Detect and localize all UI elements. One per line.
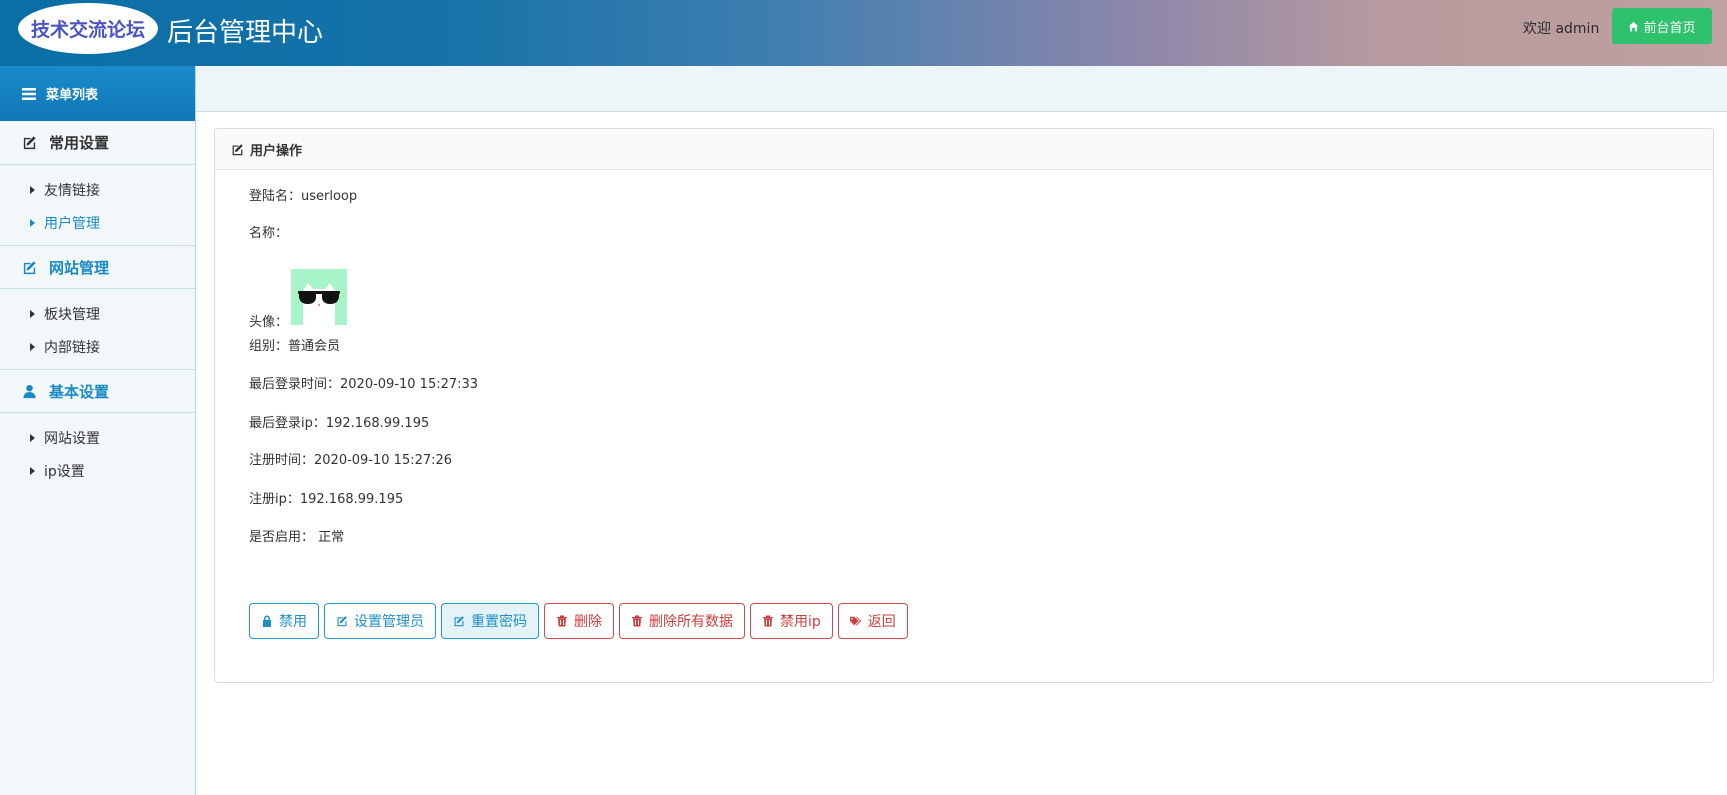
home-button-label: 前台首页 — [1643, 20, 1696, 36]
disable-button[interactable]: 禁用 — [249, 603, 319, 639]
caret-right-icon — [30, 185, 35, 194]
app-title: 后台管理中心 — [167, 18, 324, 48]
register-time-field: 注册时间：2020-09-10 15:27:26 — [249, 453, 453, 468]
list-icon — [22, 87, 36, 100]
action-buttons: 禁用 设置管理员 重置密码 删除 删除所有数据 禁用ip 返回 — [249, 603, 908, 639]
back-button-label: 返回 — [867, 614, 896, 630]
avatar — [291, 269, 347, 325]
register-ip-field: 注册ip：192.168.99.195 — [249, 492, 404, 507]
sidebar-item-label: 用户管理 — [44, 215, 100, 232]
sunglasses-cat-avatar — [291, 269, 347, 325]
reset-password-button-label: 重置密码 — [471, 614, 527, 630]
trash-icon — [632, 615, 642, 627]
group-title-label: 基本设置 — [49, 382, 110, 401]
disable-button-label: 禁用 — [279, 614, 307, 630]
last-login-ip-field: 最后登录ip：192.168.99.195 — [249, 416, 430, 431]
site-logo[interactable]: 技术交流论坛 — [18, 3, 158, 54]
group-title-label: 常用设置 — [49, 134, 110, 152]
user-operation-panel: 用户操作 登陆名：userloop 名称： 头像： 组别：普通会员 最后登录时间… — [214, 128, 1714, 683]
ban-ip-button-label: 禁用ip — [780, 614, 821, 630]
caret-right-icon — [30, 309, 35, 318]
delete-button[interactable]: 删除 — [544, 603, 614, 639]
sidebar-sublist: 板块管理 内部链接 — [0, 289, 195, 369]
reset-password-button[interactable]: 重置密码 — [441, 603, 539, 639]
trash-icon — [557, 615, 567, 627]
home-icon — [1629, 21, 1639, 31]
edit-icon — [23, 260, 36, 274]
sidebar-item-label: 友情链接 — [44, 182, 100, 199]
caret-right-icon — [30, 218, 35, 227]
frontend-home-button[interactable]: 前台首页 — [1612, 8, 1712, 44]
set-admin-button[interactable]: 设置管理员 — [324, 603, 436, 639]
top-header: 技术交流论坛 后台管理中心 欢迎 admin 前台首页 — [0, 0, 1727, 66]
delete-all-data-button[interactable]: 删除所有数据 — [619, 603, 745, 639]
sidebar-item-internal-links[interactable]: 内部链接 — [0, 330, 195, 363]
back-button[interactable]: 返回 — [837, 603, 908, 639]
group-field: 组别：普通会员 — [249, 339, 341, 354]
sidebar-item-user-management[interactable]: 用户管理 — [0, 206, 195, 239]
sidebar-item-site-settings[interactable]: 网站设置 — [0, 421, 195, 454]
avatar-label: 头像： — [249, 315, 289, 330]
sidebar-item-label: ip设置 — [44, 463, 85, 480]
edit-icon — [23, 136, 36, 150]
tags-icon — [849, 616, 861, 626]
group-title-label: 网站管理 — [49, 258, 110, 277]
sidebar-sublist: 友情链接 用户管理 — [0, 165, 195, 245]
lock-icon — [263, 615, 271, 627]
sidebar-group-basic-settings[interactable]: 基本设置 — [0, 369, 195, 413]
login-name-field: 登陆名：userloop — [249, 189, 358, 204]
sidebar-item-ip-settings[interactable]: ip设置 — [0, 454, 195, 487]
sidebar-group-common-settings[interactable]: 常用设置 — [0, 121, 195, 165]
content-top-band — [196, 66, 1727, 112]
delete-button-label: 删除 — [574, 614, 602, 630]
sidebar-item-friend-links[interactable]: 友情链接 — [0, 173, 195, 206]
logo-text: 技术交流论坛 — [30, 19, 145, 41]
sidebar-item-label: 网站设置 — [44, 430, 100, 447]
sidebar-item-label: 板块管理 — [44, 306, 100, 323]
caret-right-icon — [30, 466, 35, 475]
enabled-status-field: 是否启用： 正常 — [249, 530, 345, 545]
panel-header: 用户操作 — [215, 129, 1713, 170]
set-admin-button-label: 设置管理员 — [354, 614, 424, 630]
edit-icon — [232, 143, 243, 155]
sidebar: 菜单列表 常用设置 友情链接 用户管理 网站管理 板块管理 内部链接 基本设置 — [0, 66, 196, 795]
caret-right-icon — [30, 342, 35, 351]
edit-icon — [337, 616, 347, 627]
menu-list-header: 菜单列表 — [0, 66, 195, 121]
sidebar-item-section-management[interactable]: 板块管理 — [0, 297, 195, 330]
last-login-time-field: 最后登录时间：2020-09-10 15:27:33 — [249, 377, 479, 392]
caret-right-icon — [30, 433, 35, 442]
welcome-text: 欢迎 admin — [1523, 21, 1600, 37]
name-field: 名称： — [249, 226, 289, 241]
sidebar-sublist: 网站设置 ip设置 — [0, 413, 195, 493]
panel-title: 用户操作 — [250, 143, 303, 159]
trash-icon — [763, 615, 773, 627]
sidebar-item-label: 内部链接 — [44, 339, 100, 356]
edit-icon — [454, 616, 464, 627]
user-icon — [23, 384, 36, 398]
ban-ip-button[interactable]: 禁用ip — [750, 603, 833, 639]
sidebar-group-site-management[interactable]: 网站管理 — [0, 245, 195, 289]
menu-list-title: 菜单列表 — [46, 88, 99, 103]
delete-all-data-button-label: 删除所有数据 — [649, 614, 733, 630]
